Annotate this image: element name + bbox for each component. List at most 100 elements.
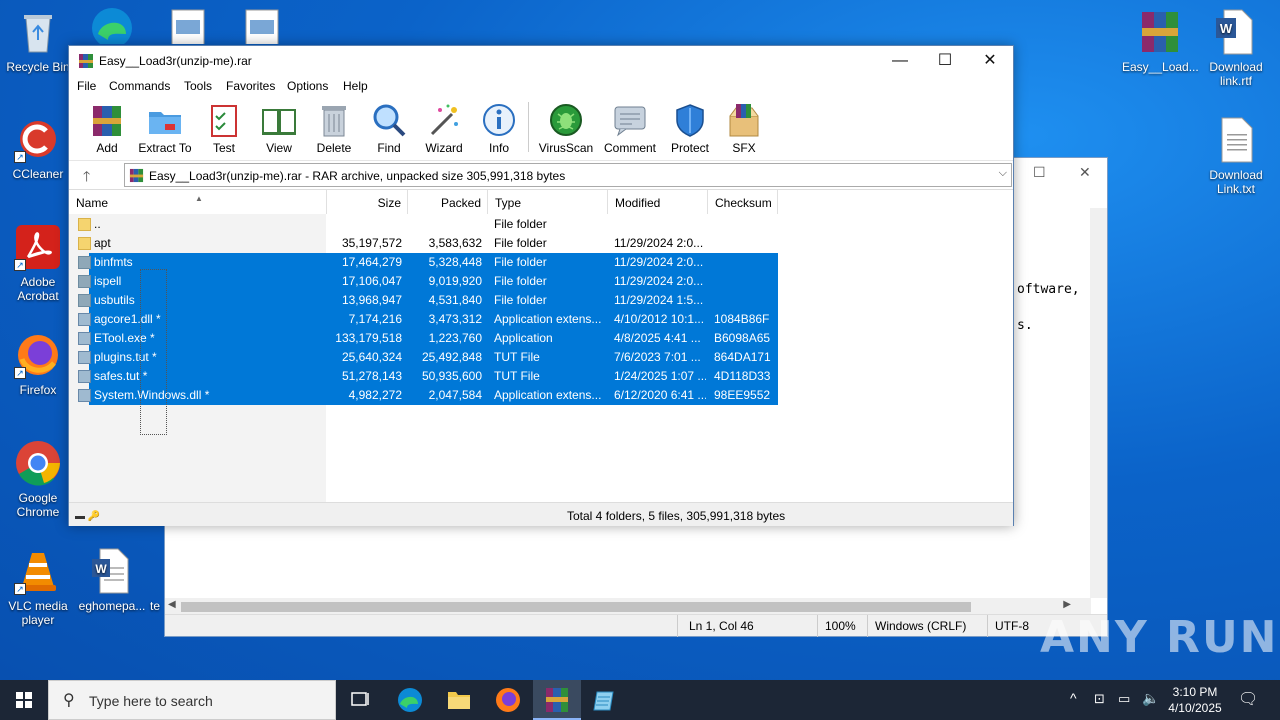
cell-modified: 11/29/2024 1:5... bbox=[614, 293, 704, 307]
desktop-icon-label: Google Chrome bbox=[16, 491, 60, 519]
menu-favorites[interactable]: Favorites bbox=[226, 79, 275, 93]
cell-checksum: 4D118D33 bbox=[714, 369, 771, 383]
winrar-window[interactable]: Easy__Load3r(unzip-me).rar — ☐ ✕ File Co… bbox=[68, 45, 1014, 526]
virusscan-bug-icon bbox=[548, 102, 584, 138]
cell-type: File folder bbox=[494, 217, 547, 231]
start-button[interactable] bbox=[0, 680, 48, 720]
table-row[interactable]: .. File folder bbox=[69, 215, 1013, 234]
firefox-icon bbox=[496, 688, 520, 712]
minimize-button[interactable]: — bbox=[877, 46, 923, 76]
table-row[interactable]: System.Windows.dll * 4,982,272 2,047,584 Ap… bbox=[69, 386, 1013, 405]
table-row[interactable]: usbutils 13,968,947 4,531,840 File folder 11… bbox=[69, 291, 1013, 310]
column-header-packed[interactable]: Packed bbox=[408, 190, 488, 214]
desktop-icon-download-link-rtf[interactable]: W Download link.rtf bbox=[1198, 8, 1274, 88]
menu-commands[interactable]: Commands bbox=[109, 79, 170, 93]
notifications-icon[interactable]: 🗨 bbox=[1238, 689, 1258, 720]
column-header-name[interactable]: Name ▲ bbox=[69, 190, 327, 214]
cell-size: 133,179,518 bbox=[335, 331, 402, 345]
tray-network-icon[interactable]: ⊡ bbox=[1094, 691, 1105, 720]
menu-help[interactable]: Help bbox=[343, 79, 368, 93]
toolbar-delete-button[interactable]: Delete bbox=[306, 102, 362, 155]
toolbar-info-button[interactable]: Info bbox=[471, 102, 527, 155]
table-row[interactable]: agcore1.dll * 7,174,216 3,473,312 Applicati… bbox=[69, 310, 1013, 329]
tray-volume-icon[interactable]: 🔈 bbox=[1142, 690, 1159, 720]
toolbar-comment-button[interactable]: Comment bbox=[602, 102, 658, 155]
desktop-icon-adobe-acrobat[interactable]: ↗ Adobe Acrobat bbox=[0, 223, 76, 303]
menu-file[interactable]: File bbox=[77, 79, 96, 93]
column-header-size[interactable]: Size bbox=[327, 190, 408, 214]
desktop-icon-download-link-txt[interactable]: Download Link.txt bbox=[1198, 116, 1274, 196]
vertical-scrollbar[interactable] bbox=[1090, 208, 1107, 598]
cell-checksum: 98EE9552 bbox=[714, 388, 771, 402]
desktop-icon-image-file-1[interactable] bbox=[150, 8, 226, 44]
file-list[interactable]: Name ▲ Size Packed Type Modified Checksu… bbox=[69, 189, 1013, 502]
toolbar-wizard-button[interactable]: Wizard bbox=[416, 102, 472, 155]
cell-name: .. bbox=[94, 217, 101, 231]
horizontal-scrollbar[interactable]: ◀ ▶ bbox=[165, 598, 1091, 615]
toolbar-protect-button[interactable]: Protect bbox=[662, 102, 718, 155]
table-row[interactable]: plugins.tut * 25,640,324 25,492,848 TUT Fil… bbox=[69, 348, 1013, 367]
taskbar-winrar[interactable] bbox=[533, 680, 581, 720]
close-icon[interactable]: ✕ bbox=[1079, 164, 1091, 181]
cell-size: 25,640,324 bbox=[341, 350, 402, 364]
table-row[interactable]: apt 35,197,572 3,583,632 File folder 11/29/2… bbox=[69, 234, 1013, 253]
taskbar-clock[interactable]: 3:10 PM 4/10/2025 bbox=[1160, 684, 1230, 716]
tray-monitor-icon[interactable]: ▭ bbox=[1118, 691, 1130, 720]
table-row[interactable]: binfmts 17,464,279 5,328,448 File folder 11/… bbox=[69, 253, 1013, 272]
desktop-icon-edge-partial[interactable] bbox=[74, 4, 150, 44]
menu-tools[interactable]: Tools bbox=[184, 79, 212, 93]
drive-key-icon[interactable]: ▬ 🔑 bbox=[75, 511, 100, 522]
scrollbar-thumb[interactable] bbox=[181, 602, 971, 612]
desktop-icon-label: Download link.rtf bbox=[1209, 60, 1263, 88]
taskbar-search-box[interactable]: ⚲ Type here to search bbox=[48, 680, 336, 720]
cell-packed: 5,328,448 bbox=[428, 255, 482, 269]
toolbar-add-button[interactable]: Add bbox=[79, 102, 135, 155]
table-row[interactable]: ispell 17,106,047 9,019,920 File folder 11/2… bbox=[69, 272, 1013, 291]
taskbar-task-view[interactable] bbox=[336, 680, 384, 720]
desktop-icon-easy-loader-rar[interactable]: Easy__Load... bbox=[1122, 8, 1199, 74]
desktop-icon-vlc[interactable]: ↗ VLC media player bbox=[0, 547, 76, 627]
taskbar-file-explorer[interactable] bbox=[435, 680, 483, 720]
toolbar-test-button[interactable]: Test bbox=[196, 102, 252, 155]
taskbar-notepad[interactable] bbox=[582, 680, 630, 720]
winrar-app-icon bbox=[79, 54, 93, 68]
toolbar-find-button[interactable]: Find bbox=[361, 102, 417, 155]
column-header-label: Type bbox=[495, 196, 522, 210]
taskbar-edge[interactable] bbox=[386, 680, 434, 720]
menu-options[interactable]: Options bbox=[287, 79, 328, 93]
status-divider bbox=[867, 615, 868, 637]
cell-type: File folder bbox=[494, 255, 547, 269]
cell-modified: 7/6/2023 7:01 ... bbox=[614, 350, 701, 364]
toolbar-view-button[interactable]: View bbox=[251, 102, 307, 155]
chevron-down-icon[interactable]: ⌵ bbox=[999, 167, 1007, 180]
up-arrow-icon[interactable]: 🡑 bbox=[83, 166, 90, 190]
close-button[interactable]: ✕ bbox=[967, 46, 1013, 76]
desktop-icon-eghomepa[interactable]: W eghomepa... bbox=[74, 547, 150, 613]
tray-chevron-up-icon[interactable]: ^ bbox=[1070, 690, 1077, 720]
cell-type: File folder bbox=[494, 236, 547, 250]
scroll-right-icon[interactable]: ▶ bbox=[1063, 599, 1071, 610]
winrar-titlebar[interactable]: Easy__Load3r(unzip-me).rar — ☐ ✕ bbox=[69, 46, 1013, 76]
desktop-icon-image-file-2[interactable] bbox=[224, 8, 300, 44]
desktop-icon-recycle-bin[interactable]: Recycle Bin bbox=[0, 8, 76, 74]
archive-path-field[interactable]: Easy__Load3r(unzip-me).rar - RAR archive… bbox=[124, 163, 1012, 187]
toolbar-sfx-button[interactable]: SFX bbox=[716, 102, 772, 155]
folder-icon bbox=[78, 218, 91, 231]
desktop-icon-google-chrome[interactable]: Google Chrome bbox=[0, 439, 76, 519]
winrar-archive-icon bbox=[1136, 8, 1184, 56]
taskbar-firefox[interactable] bbox=[484, 680, 532, 720]
column-header-type[interactable]: Type bbox=[488, 190, 608, 214]
column-header-modified[interactable]: Modified bbox=[608, 190, 708, 214]
desktop-icon-ccleaner[interactable]: ↗ CCleaner bbox=[0, 115, 76, 181]
column-header-checksum[interactable]: Checksum bbox=[708, 190, 778, 214]
maximize-icon[interactable]: ☐ bbox=[1033, 164, 1046, 181]
desktop-icon-firefox[interactable]: ↗ Firefox bbox=[0, 331, 76, 397]
file-icon bbox=[78, 389, 91, 402]
table-row[interactable]: ETool.exe * 133,179,518 1,223,760 Applicati… bbox=[69, 329, 1013, 348]
scroll-left-icon[interactable]: ◀ bbox=[168, 599, 176, 610]
maximize-button[interactable]: ☐ bbox=[922, 46, 968, 76]
toolbar-extract-button[interactable]: Extract To bbox=[137, 102, 193, 155]
table-row[interactable]: safes.tut * 51,278,143 50,935,600 TUT File 1… bbox=[69, 367, 1013, 386]
cell-size: 17,106,047 bbox=[341, 274, 402, 288]
toolbar-virusscan-button[interactable]: VirusScan bbox=[538, 102, 594, 155]
